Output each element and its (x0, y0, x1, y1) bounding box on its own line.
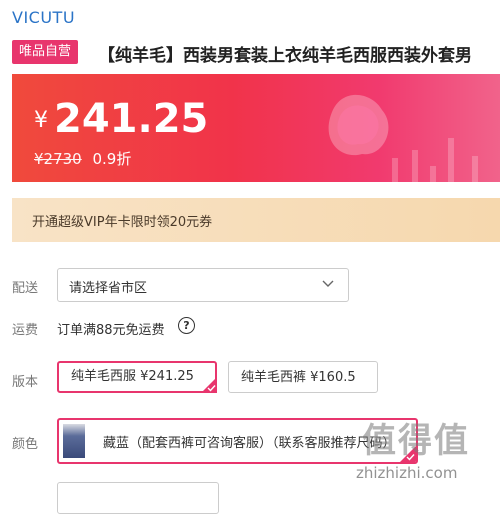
version-label: 版本 (12, 375, 39, 390)
help-icon[interactable]: ? (178, 317, 195, 334)
vip-promo-text: 开通超级VIP年卡限时领20元券 (32, 215, 213, 230)
decorative-bars-icon (392, 138, 478, 182)
price-banner: ¥241.25 ¥2730 0.9折 (12, 74, 500, 182)
product-title-row: 唯品自营 【纯羊毛】西装男套装上衣纯羊毛西服西装外套男 (12, 40, 500, 66)
decorative-blob-icon (328, 94, 389, 156)
discount-rate: 0.9折 (92, 150, 132, 168)
price-sub-info: ¥2730 0.9折 (34, 148, 131, 169)
chevron-down-icon (322, 280, 334, 287)
region-select[interactable]: 请选择省市区 (57, 268, 349, 302)
brand-name[interactable]: VICUTU (12, 8, 75, 27)
product-title: 【纯羊毛】西装男套装上衣纯羊毛西服西装外套男 (98, 46, 472, 66)
version-option-label: 纯羊毛西裤 ¥160.5 (241, 370, 356, 385)
version-option-wool-trousers[interactable]: 纯羊毛西裤 ¥160.5 (228, 361, 378, 393)
selected-check-icon (201, 377, 217, 393)
original-price: ¥2730 (34, 150, 82, 168)
vip-promo-banner[interactable]: 开通超级VIP年卡限时领20元券 (12, 198, 500, 242)
color-thumbnail (63, 424, 85, 458)
version-option-wool-suit[interactable]: 纯羊毛西服 ¥241.25 (57, 361, 217, 393)
watermark-logo: 值得值 (362, 421, 470, 461)
shipping-info: 订单满88元免运费 (57, 323, 165, 338)
region-select-placeholder: 请选择省市区 (69, 281, 148, 296)
watermark-site: zhizhizhi.com (356, 464, 458, 482)
currency-symbol: ¥ (34, 108, 48, 133)
price-value: 241.25 (54, 96, 209, 142)
watermark: 值得值 zhizhizhi.com (352, 413, 500, 495)
version-option-label: 纯羊毛西服 ¥241.25 (71, 369, 194, 384)
delivery-label: 配送 (12, 281, 39, 296)
color-label: 颜色 (12, 437, 39, 452)
next-option-box[interactable] (57, 482, 219, 514)
self-operated-tag: 唯品自营 (12, 40, 79, 64)
shipping-label: 运费 (12, 323, 39, 338)
current-price: ¥241.25 (34, 96, 208, 142)
